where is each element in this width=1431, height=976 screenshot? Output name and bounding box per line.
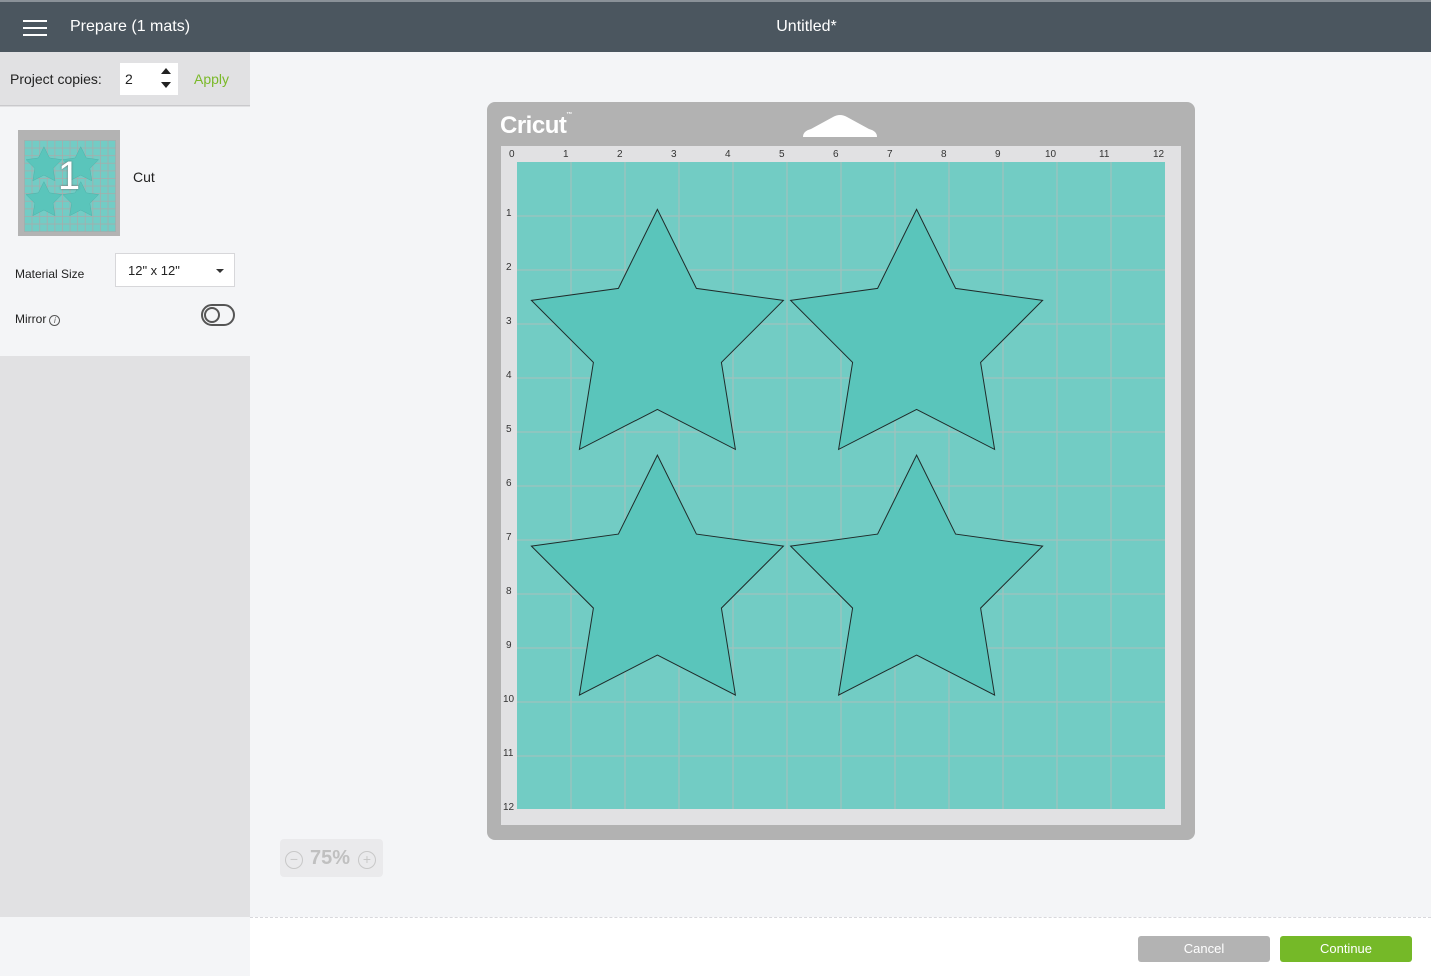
ruler-tick-label: 12	[503, 802, 515, 813]
ruler-tick-label: 12	[1153, 149, 1165, 160]
ruler-tick-label: 2	[617, 149, 623, 160]
ruler-tick-label: 7	[887, 149, 893, 160]
sidebar-footer	[0, 917, 250, 976]
footer: Cancel Continue	[250, 917, 1431, 976]
ruler-tick-label: 1	[506, 208, 512, 219]
ruler-tick-label: 5	[506, 424, 512, 435]
ruler-tick-label: 10	[1045, 149, 1057, 160]
ruler-tick-label: 3	[671, 149, 677, 160]
ruler-tick-label: 1	[563, 149, 569, 160]
ruler-tick-label: 3	[506, 316, 512, 327]
zoom-out-icon[interactable]: −	[285, 851, 303, 869]
ruler-tick-label: 5	[779, 149, 785, 160]
ruler-tick-label: 11	[503, 748, 514, 759]
ruler-tick-label: 0	[509, 149, 515, 160]
zoom-control: − 75% +	[280, 839, 383, 877]
ruler-tick-label: 4	[506, 370, 512, 381]
ruler-tick-label: 10	[503, 694, 515, 705]
ruler-tick-label: 11	[1099, 149, 1110, 160]
ruler-tick-label: 9	[995, 149, 1001, 160]
ruler-tick-label: 6	[833, 149, 839, 160]
ruler-tick-label: 2	[506, 262, 512, 273]
ruler-tick-label: 7	[506, 532, 512, 543]
ruler-tick-label: 9	[506, 640, 512, 651]
ruler-tick-label: 8	[941, 149, 947, 160]
ruler-tick-label: 6	[506, 478, 512, 489]
zoom-in-icon[interactable]: +	[358, 851, 376, 869]
ruler-tick-label: 8	[506, 586, 512, 597]
mat-grid-svg	[517, 162, 1165, 809]
cancel-button[interactable]: Cancel	[1138, 936, 1270, 962]
zoom-level: 75%	[310, 847, 351, 869]
continue-button[interactable]: Continue	[1280, 936, 1412, 962]
ruler-tick-label: 4	[725, 149, 731, 160]
